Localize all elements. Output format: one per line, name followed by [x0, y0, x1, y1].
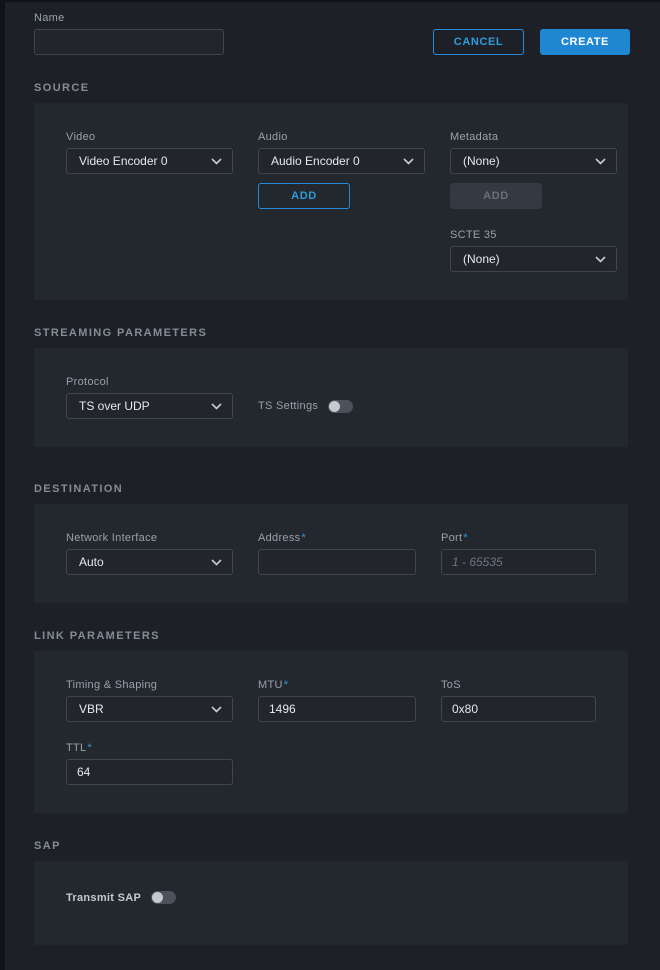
- ttl-field-group: TTL*: [66, 742, 233, 785]
- protocol-field-group: Protocol TS over UDP: [66, 376, 233, 419]
- create-output-form: Name CANCEL CREATE SOURCE Video Video En…: [0, 0, 660, 970]
- metadata-select[interactable]: (None): [450, 148, 617, 174]
- spacer: [66, 229, 233, 272]
- link-parameters-section: LINK PARAMETERS Timing & Shaping VBR MTU…: [5, 630, 660, 813]
- cancel-button[interactable]: CANCEL: [433, 29, 524, 55]
- tos-label: ToS: [441, 679, 598, 691]
- source-section: SOURCE Video Video Encoder 0 Audio Audio…: [5, 82, 660, 300]
- video-select[interactable]: Video Encoder 0: [66, 148, 233, 174]
- transmit-sap-toggle[interactable]: [151, 891, 176, 904]
- link-parameters-panel: Timing & Shaping VBR MTU* ToS TTL: [34, 651, 628, 813]
- address-input[interactable]: [258, 549, 416, 575]
- action-buttons: CANCEL CREATE: [433, 29, 630, 55]
- sap-section-title: SAP: [34, 840, 660, 852]
- audio-add-button[interactable]: ADD: [258, 183, 350, 209]
- streaming-section-title: STREAMING PARAMETERS: [34, 327, 660, 339]
- port-input[interactable]: [441, 549, 596, 575]
- mtu-input[interactable]: [258, 696, 416, 722]
- audio-field-group: Audio Audio Encoder 0: [258, 131, 425, 174]
- mtu-label: MTU*: [258, 679, 416, 691]
- required-asterisk: *: [87, 742, 92, 754]
- name-label: Name: [34, 12, 224, 24]
- required-asterisk: *: [301, 532, 306, 544]
- topbar: Name CANCEL CREATE: [5, 2, 660, 55]
- scte35-label: SCTE 35: [450, 229, 617, 241]
- chevron-down-icon: [211, 559, 222, 566]
- destination-panel: Network Interface Auto Address* Port*: [34, 504, 628, 603]
- chevron-down-icon: [211, 403, 222, 410]
- ttl-input[interactable]: [66, 759, 233, 785]
- video-field-group: Video Video Encoder 0: [66, 131, 233, 174]
- port-label: Port*: [441, 532, 598, 544]
- audio-label: Audio: [258, 131, 425, 143]
- network-interface-select[interactable]: Auto: [66, 549, 233, 575]
- source-panel: Video Video Encoder 0 Audio Audio Encode…: [34, 103, 628, 300]
- mtu-field-group: MTU*: [258, 679, 416, 722]
- ts-settings-label: TS Settings: [258, 400, 318, 412]
- link-parameters-section-title: LINK PARAMETERS: [34, 630, 660, 642]
- address-field-group: Address*: [258, 532, 416, 575]
- tos-input[interactable]: [441, 696, 596, 722]
- streaming-section: STREAMING PARAMETERS Protocol TS over UD…: [5, 327, 660, 447]
- tos-field-group: ToS: [441, 679, 598, 722]
- ts-settings-group: TS Settings: [258, 393, 425, 419]
- chevron-down-icon: [595, 256, 606, 263]
- sap-panel: Transmit SAP: [34, 861, 628, 945]
- metadata-add-button: ADD: [450, 183, 542, 209]
- required-asterisk: *: [463, 532, 468, 544]
- toggle-knob: [329, 401, 340, 412]
- timing-shaping-label: Timing & Shaping: [66, 679, 233, 691]
- name-field-group: Name: [34, 12, 224, 55]
- metadata-field-group: Metadata (None): [450, 131, 617, 174]
- timing-shaping-field-group: Timing & Shaping VBR: [66, 679, 233, 722]
- ts-settings-toggle[interactable]: [328, 400, 353, 413]
- transmit-sap-group: Transmit SAP: [66, 891, 176, 904]
- create-button[interactable]: CREATE: [540, 29, 630, 55]
- chevron-down-icon: [211, 706, 222, 713]
- protocol-label: Protocol: [66, 376, 233, 388]
- toggle-knob: [152, 892, 163, 903]
- required-asterisk: *: [284, 679, 289, 691]
- destination-section-title: DESTINATION: [34, 483, 660, 495]
- sap-section: SAP Transmit SAP: [5, 840, 660, 945]
- protocol-select[interactable]: TS over UDP: [66, 393, 233, 419]
- address-label: Address*: [258, 532, 416, 544]
- spacer: [66, 183, 233, 209]
- metadata-label: Metadata: [450, 131, 617, 143]
- video-label: Video: [66, 131, 233, 143]
- chevron-down-icon: [211, 158, 222, 165]
- scte35-select[interactable]: (None): [450, 246, 617, 272]
- scte35-field-group: SCTE 35 (None): [450, 229, 617, 272]
- transmit-sap-label: Transmit SAP: [66, 892, 141, 904]
- audio-select[interactable]: Audio Encoder 0: [258, 148, 425, 174]
- ttl-label: TTL*: [66, 742, 233, 754]
- streaming-panel: Protocol TS over UDP TS Settings: [34, 348, 628, 447]
- chevron-down-icon: [595, 158, 606, 165]
- source-section-title: SOURCE: [34, 82, 660, 94]
- network-interface-field-group: Network Interface Auto: [66, 532, 233, 575]
- port-field-group: Port*: [441, 532, 598, 575]
- destination-section: DESTINATION Network Interface Auto Addre…: [5, 483, 660, 603]
- network-interface-label: Network Interface: [66, 532, 233, 544]
- name-input[interactable]: [34, 29, 224, 55]
- timing-shaping-select[interactable]: VBR: [66, 696, 233, 722]
- chevron-down-icon: [403, 158, 414, 165]
- spacer: [258, 229, 425, 272]
